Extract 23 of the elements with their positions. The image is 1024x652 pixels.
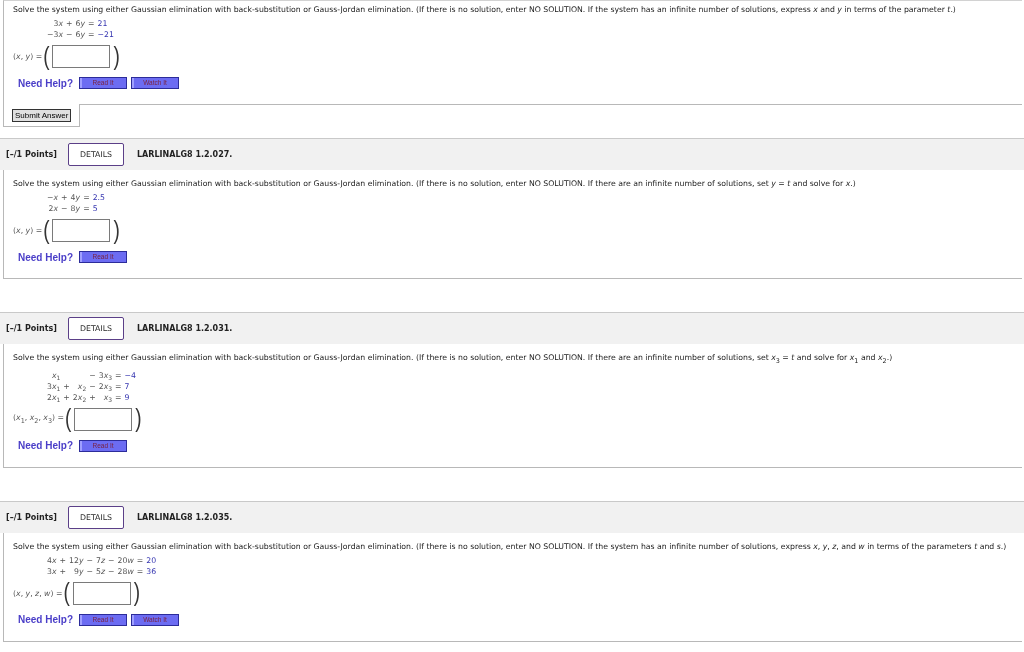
left-paren: ( — [43, 43, 50, 70]
right-paren: ) — [133, 579, 141, 607]
points-label: [–/1 Points] — [6, 150, 57, 159]
left-paren: ( — [63, 579, 70, 607]
problem-code: LARLINALG8 1.2.035. — [136, 512, 233, 522]
need-help-label: Need Help? — [18, 77, 73, 89]
problem-code: LARLINALG8 1.2.027. — [136, 150, 233, 159]
answer-field[interactable] — [52, 45, 111, 68]
left-paren: ( — [43, 217, 50, 244]
need-help-label: Need Help? — [18, 440, 73, 452]
problem-code: LARLINALG8 1.2.031. — [136, 324, 233, 333]
points-label: [–/1 Points] — [6, 512, 57, 522]
answer-field[interactable] — [52, 219, 111, 242]
submit-answer-button[interactable]: Submit Answer — [12, 108, 72, 122]
need-help-label: Need Help? — [18, 251, 73, 263]
right-paren: ) — [113, 217, 120, 244]
right-paren: ) — [135, 405, 142, 433]
answer-field[interactable] — [74, 407, 133, 431]
points-label: [–/1 Points] — [6, 324, 57, 333]
right-paren: ) — [113, 43, 120, 70]
need-help-label: Need Help? — [18, 614, 73, 626]
left-paren: ( — [65, 405, 72, 433]
answer-field[interactable] — [72, 581, 131, 605]
